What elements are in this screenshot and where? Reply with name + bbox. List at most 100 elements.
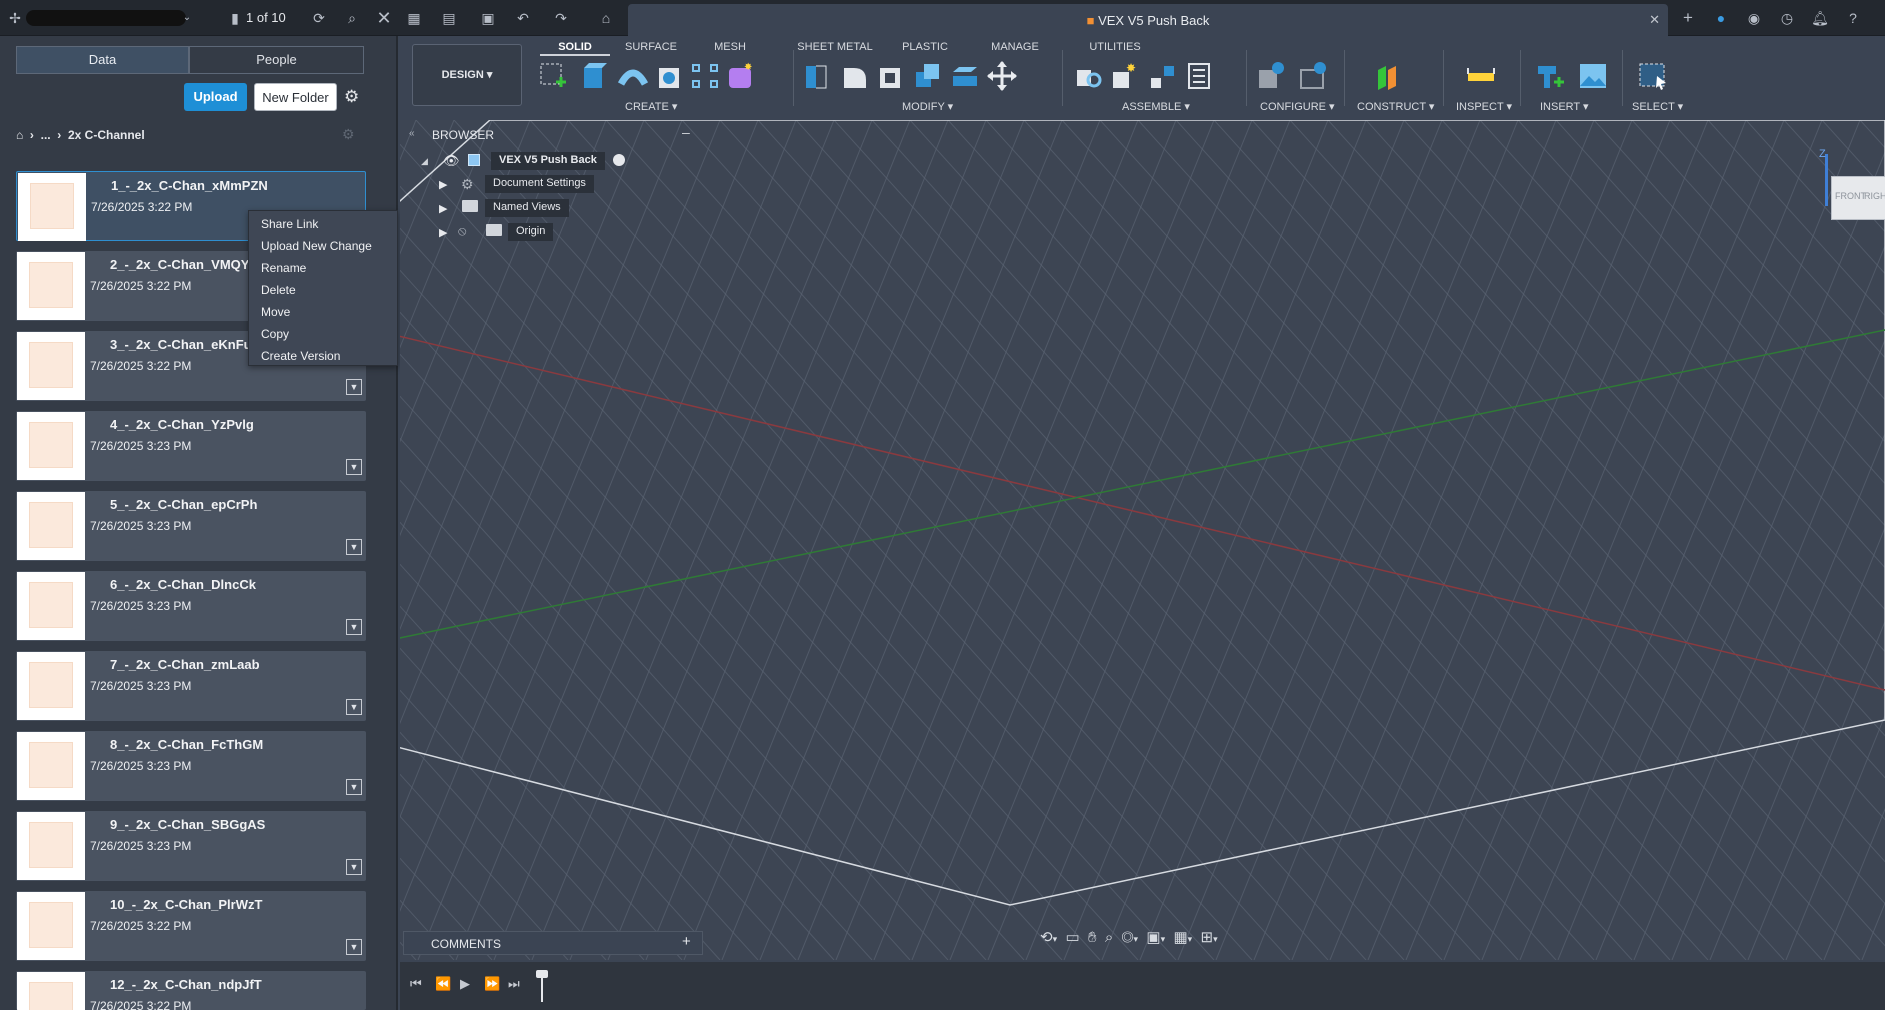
home-icon[interactable]: ⌂: [16, 128, 23, 142]
dropdown-icon[interactable]: ▼: [346, 859, 362, 875]
breadcrumb-ellipsis[interactable]: ...: [41, 128, 51, 142]
grid-apps-icon[interactable]: ▦: [405, 9, 423, 27]
menu-item-delete[interactable]: Delete: [261, 283, 296, 297]
activate-radio-icon[interactable]: [613, 154, 625, 166]
menu-item-share-link[interactable]: Share Link: [261, 217, 318, 231]
tab-solid[interactable]: SOLID: [540, 38, 610, 56]
group-assemble[interactable]: ASSEMBLE ▾: [1122, 100, 1190, 113]
new-component-icon[interactable]: ✸: [1110, 60, 1140, 92]
dropdown-icon[interactable]: ▼: [346, 379, 362, 395]
expand-root-icon[interactable]: ◢: [421, 156, 428, 167]
close-panel-icon[interactable]: ✕: [375, 9, 393, 27]
collapse-icon[interactable]: «: [409, 128, 415, 139]
grid-settings-icon[interactable]: ▦: [1173, 929, 1187, 946]
tab-data[interactable]: Data: [16, 46, 189, 74]
shell-icon[interactable]: [876, 60, 906, 92]
help-icon[interactable]: ?: [1844, 9, 1862, 27]
redo-icon[interactable]: ↷: [552, 9, 570, 27]
dropdown-icon[interactable]: ▼: [346, 539, 362, 555]
tab-sheet-metal[interactable]: SHEET METAL: [790, 38, 880, 56]
list-item[interactable]: 6_-_2x_C-Chan_DlncCk 7/26/2025 3:23 PM ▼: [16, 571, 366, 641]
expand-icon[interactable]: ▶: [439, 178, 447, 191]
tree-root-label[interactable]: VEX V5 Push Back: [491, 152, 605, 170]
combine-icon[interactable]: [913, 60, 943, 92]
list-item[interactable]: 9_-_2x_C-Chan_SBGgAS 7/26/2025 3:23 PM ▼: [16, 811, 366, 881]
list-item[interactable]: 7_-_2x_C-Chan_zmLaab 7/26/2025 3:23 PM ▼: [16, 651, 366, 721]
comments-panel[interactable]: COMMENTS +: [403, 931, 703, 955]
file-menu-icon[interactable]: ▤: [440, 9, 458, 27]
step-forward-icon[interactable]: ⏩: [484, 976, 500, 992]
list-item[interactable]: 8_-_2x_C-Chan_FcThGM 7/26/2025 3:23 PM ▼: [16, 731, 366, 801]
insert-mesh-icon[interactable]: [1534, 60, 1564, 92]
group-select[interactable]: SELECT ▾: [1632, 100, 1683, 113]
pan-icon[interactable]: ✋︎: [1088, 929, 1097, 946]
group-inspect[interactable]: INSPECT ▾: [1456, 100, 1512, 113]
group-configure[interactable]: CONFIGURE ▾: [1260, 100, 1335, 113]
list-item[interactable]: 5_-_2x_C-Chan_epCrPh 7/26/2025 3:23 PM ▼: [16, 491, 366, 561]
tree-node-named-views[interactable]: Named Views: [485, 199, 569, 217]
hidden-eye-icon[interactable]: ⦸: [458, 223, 466, 239]
pattern-icon[interactable]: [690, 60, 720, 92]
tab-mesh[interactable]: MESH: [705, 38, 755, 56]
extrude-icon[interactable]: [578, 60, 608, 92]
viewports-icon[interactable]: ⊞: [1201, 929, 1214, 946]
move-icon[interactable]: [987, 60, 1017, 92]
undo-icon[interactable]: ↶: [514, 9, 532, 27]
dropdown-icon[interactable]: ▼: [346, 699, 362, 715]
zoom-icon[interactable]: ⌕: [1105, 929, 1113, 946]
look-at-icon[interactable]: ▭: [1065, 929, 1079, 946]
view-cube[interactable]: Z FRONT RIGHT: [1819, 148, 1885, 224]
group-create[interactable]: CREATE ▾: [625, 100, 677, 113]
tab-utilities[interactable]: UTILITIES: [1080, 38, 1150, 56]
add-comment-icon[interactable]: +: [682, 933, 691, 950]
joint-icon[interactable]: [1074, 60, 1104, 92]
new-folder-button[interactable]: New Folder: [254, 83, 337, 111]
dropdown-icon[interactable]: ▼: [346, 619, 362, 635]
browser-panel-header[interactable]: « BROWSER –: [403, 124, 703, 146]
dropdown-icon[interactable]: ▼: [346, 459, 362, 475]
search-icon[interactable]: ⌕: [343, 9, 361, 27]
tree-node-document-settings[interactable]: Document Settings: [485, 175, 594, 193]
tab-manage[interactable]: MANAGE: [985, 38, 1045, 56]
view-cube-face[interactable]: FRONT RIGHT: [1831, 176, 1885, 220]
new-tab-icon[interactable]: +: [1679, 9, 1697, 27]
group-insert[interactable]: INSERT ▾: [1540, 100, 1589, 113]
tab-people[interactable]: People: [189, 46, 364, 74]
minimize-icon[interactable]: –: [682, 124, 690, 140]
notifications-icon[interactable]: 🔔︎: [1811, 9, 1829, 27]
list-item[interactable]: 10_-_2x_C-Chan_PlrWzT 7/26/2025 3:22 PM …: [16, 891, 366, 961]
workspace-switcher[interactable]: DESIGN ▾: [412, 44, 522, 106]
display-settings-icon[interactable]: ▣: [1146, 929, 1160, 946]
menu-item-upload-new-change[interactable]: Upload New Change: [261, 239, 372, 253]
extensions-icon[interactable]: ◉: [1745, 9, 1763, 27]
menu-item-copy[interactable]: Copy: [261, 327, 289, 341]
list-item[interactable]: 4_-_2x_C-Chan_YzPvlg 7/26/2025 3:23 PM ▼: [16, 411, 366, 481]
menu-item-create-version[interactable]: Create Version: [261, 349, 340, 363]
offset-plane-icon[interactable]: [1374, 60, 1404, 92]
play-icon[interactable]: ▶: [460, 976, 470, 992]
expand-icon[interactable]: ▶: [439, 202, 447, 215]
gear-icon[interactable]: ⚙: [344, 87, 359, 107]
tab-plastic[interactable]: PLASTIC: [895, 38, 955, 56]
revolve-icon[interactable]: [618, 60, 648, 92]
upload-status-icon[interactable]: ●: [1712, 9, 1730, 27]
as-built-joint-icon[interactable]: [1148, 60, 1178, 92]
chevron-down-icon[interactable]: ⌄: [178, 9, 196, 27]
offset-face-icon[interactable]: [950, 60, 980, 92]
bill-of-materials-icon[interactable]: [1183, 60, 1213, 92]
tree-node-origin[interactable]: Origin: [508, 223, 554, 241]
select-icon[interactable]: [1638, 60, 1668, 92]
press-pull-icon[interactable]: [802, 60, 832, 92]
step-back-icon[interactable]: ⏪: [435, 976, 451, 992]
job-status-icon[interactable]: ◷: [1778, 9, 1796, 27]
dropdown-icon[interactable]: ▼: [346, 779, 362, 795]
list-item[interactable]: 12_-_2x_C-Chan_ndpJfT 7/26/2025 3:22 PM: [16, 971, 366, 1010]
menu-item-rename[interactable]: Rename: [261, 261, 306, 275]
document-tab[interactable]: ■ VEX V5 Push Back ✕: [628, 4, 1668, 36]
menu-item-move[interactable]: Move: [261, 305, 290, 319]
timeline-marker-handle[interactable]: [536, 970, 548, 978]
group-construct[interactable]: CONSTRUCT ▾: [1357, 100, 1434, 113]
app-menu-icon[interactable]: ✢: [6, 9, 24, 27]
fit-icon[interactable]: ◎: [1122, 929, 1134, 946]
hole-icon[interactable]: [655, 60, 685, 92]
